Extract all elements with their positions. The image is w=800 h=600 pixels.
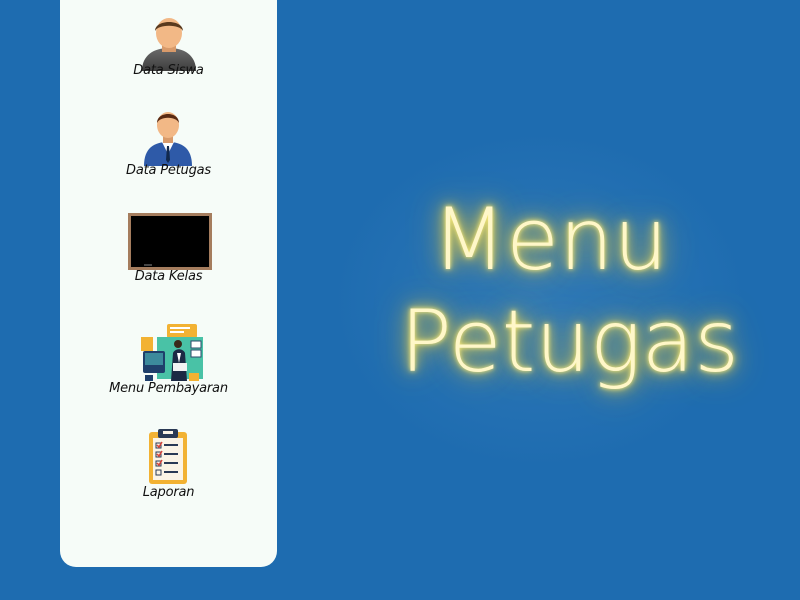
sidebar-item-label: Menu Pembayaran (109, 381, 228, 396)
blackboard-icon (128, 213, 212, 270)
clipboard-report-icon (149, 429, 187, 484)
sidebar-item-label: Laporan (142, 485, 195, 500)
sidebar-menu: Data Siswa Data Petugas Data Kelas Menu … (60, 0, 277, 567)
sidebar-item-laporan[interactable]: Laporan (60, 426, 277, 526)
sidebar-item-data-petugas[interactable]: Data Petugas (60, 102, 277, 197)
page-title-line-2: Petugas (400, 292, 740, 392)
sidebar-item-label: Data Kelas (134, 269, 203, 284)
officer-user-icon (144, 112, 192, 166)
sidebar-item-data-siswa[interactable]: Data Siswa (60, 0, 277, 100)
payment-illustration-icon (141, 324, 203, 381)
sidebar-item-label: Data Petugas (126, 163, 211, 178)
sidebar-item-menu-pembayaran[interactable]: Menu Pembayaran (60, 320, 277, 420)
sidebar-item-data-kelas[interactable]: Data Kelas (60, 208, 277, 308)
page-title-line-1: Menu (431, 190, 669, 290)
sidebar-item-label: Data Siswa (133, 63, 204, 78)
